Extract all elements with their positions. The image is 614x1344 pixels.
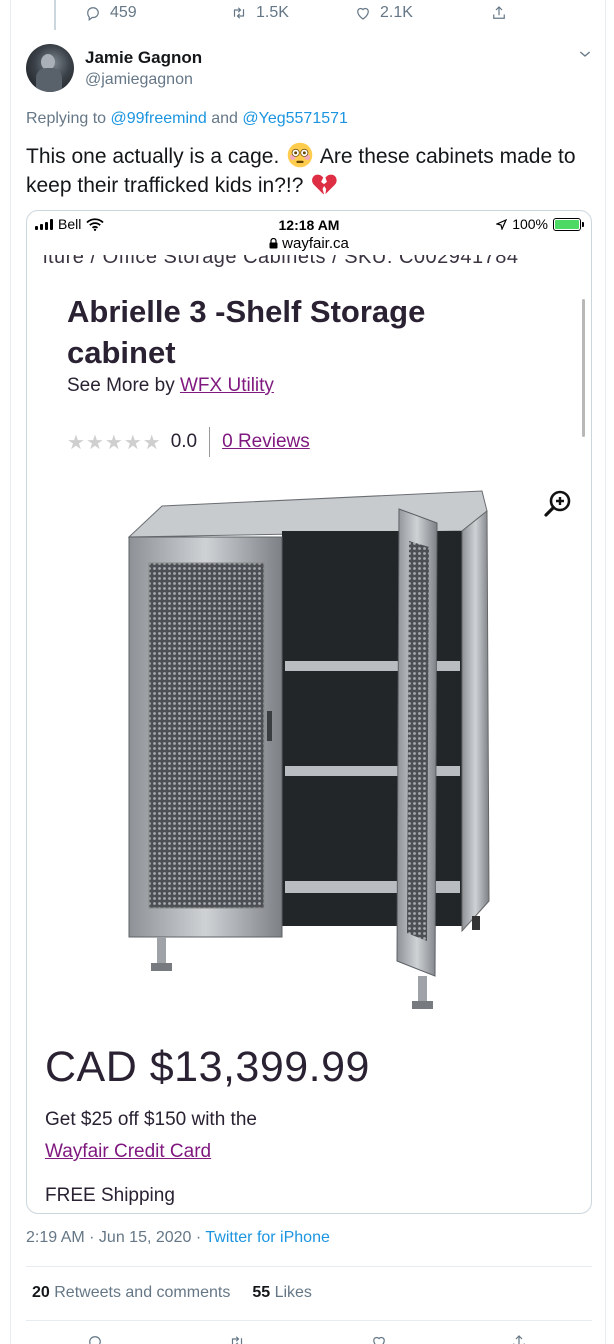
tweet-source-link[interactable]: Twitter for iPhone — [205, 1229, 330, 1246]
retweet-count: 1.5K — [256, 4, 289, 21]
timeline-border-left — [10, 0, 11, 1344]
timeline-border-right — [605, 0, 606, 1344]
cabinet-product-image — [127, 490, 490, 1009]
reply-icon — [87, 7, 99, 21]
tweet-time-date[interactable]: 2:19 AM · Jun 15, 2020 · — [26, 1229, 205, 1246]
like-count: 2.1K — [380, 4, 413, 21]
rating-value: 0.0 — [170, 431, 198, 452]
retweets-stat[interactable]: 20 Retweets and comments — [32, 1284, 230, 1302]
share-icon[interactable] — [510, 1333, 528, 1344]
zoom-in-icon — [544, 490, 571, 517]
heart-icon — [357, 7, 369, 20]
broken-heart-emoji-icon — [312, 174, 337, 195]
author-display-name[interactable]: Jamie Gagnon — [85, 48, 202, 68]
ios-status-bar: Bell 12:18 AM 100% — [27, 211, 591, 235]
avatar[interactable] — [26, 44, 74, 92]
credit-card-link[interactable]: Wayfair Credit Card — [45, 1141, 211, 1163]
battery-percent: 100% — [512, 216, 548, 232]
reply-icon[interactable] — [86, 1333, 104, 1344]
divider — [26, 1320, 592, 1321]
mention-link[interactable]: @99freemind — [111, 110, 207, 127]
replying-to: Replying to @99freemind and @Yeg5571571 — [26, 110, 348, 127]
like-button[interactable]: 2.1K — [354, 4, 413, 22]
thread-connector-line — [54, 0, 56, 30]
url-text: wayfair.ca — [282, 235, 349, 252]
product-title: Abrielle 3 -Shelf Storage cabinet — [67, 294, 426, 370]
star-rating-icon: ★ ★ ★ ★ ★ — [67, 430, 161, 454]
address-bar: wayfair.ca — [27, 235, 591, 252]
breadcrumb: iture / Office Storage Cabinets / SKU: C… — [43, 255, 519, 268]
author-handle[interactable]: @jamiegagnon — [85, 71, 193, 89]
product-rating: ★ ★ ★ ★ ★ 0.0 0 Reviews — [67, 427, 310, 457]
product-price: CAD $13,399.99 — [45, 1043, 370, 1091]
reviews-link[interactable]: 0 Reviews — [222, 431, 310, 453]
retweet-icon[interactable] — [228, 1333, 246, 1344]
shipping-text: FREE Shipping — [45, 1185, 175, 1206]
chevron-down-icon[interactable] — [577, 46, 593, 62]
tweet-text: This one actually is a cage. Are these c… — [26, 142, 586, 200]
share-icon — [493, 6, 505, 19]
reply-button[interactable]: 459 — [84, 4, 137, 22]
retweet-button[interactable]: 1.5K — [230, 4, 289, 22]
brand-link[interactable]: WFX Utility — [180, 375, 274, 396]
battery-icon — [553, 217, 584, 231]
flushed-face-emoji-icon — [287, 142, 313, 168]
share-button[interactable] — [490, 4, 508, 22]
retweet-icon — [233, 7, 245, 19]
embedded-screenshot-image[interactable]: Bell 12:18 AM 100% wayfair.ca iture / Of… — [26, 210, 592, 1214]
tweet-stats: 20 Retweets and comments 55 Likes — [32, 1284, 312, 1302]
lock-icon — [269, 238, 278, 249]
tweet-action-bar — [10, 1330, 605, 1344]
promo-text: Get $25 off $150 with the — [45, 1109, 257, 1130]
mention-link[interactable]: @Yeg5571571 — [242, 110, 348, 127]
divider — [26, 1266, 592, 1267]
scrollbar — [582, 299, 585, 437]
reply-count: 459 — [110, 4, 137, 21]
likes-stat[interactable]: 55 Likes — [252, 1284, 312, 1302]
previous-tweet-action-bar: 459 1.5K 2.1K — [10, 0, 605, 30]
heart-icon[interactable] — [370, 1333, 388, 1344]
location-arrow-icon — [496, 218, 508, 230]
tweet-timestamp: 2:19 AM · Jun 15, 2020 · Twitter for iPh… — [26, 1229, 330, 1247]
see-more-by: See More by WFX Utility — [67, 375, 274, 396]
